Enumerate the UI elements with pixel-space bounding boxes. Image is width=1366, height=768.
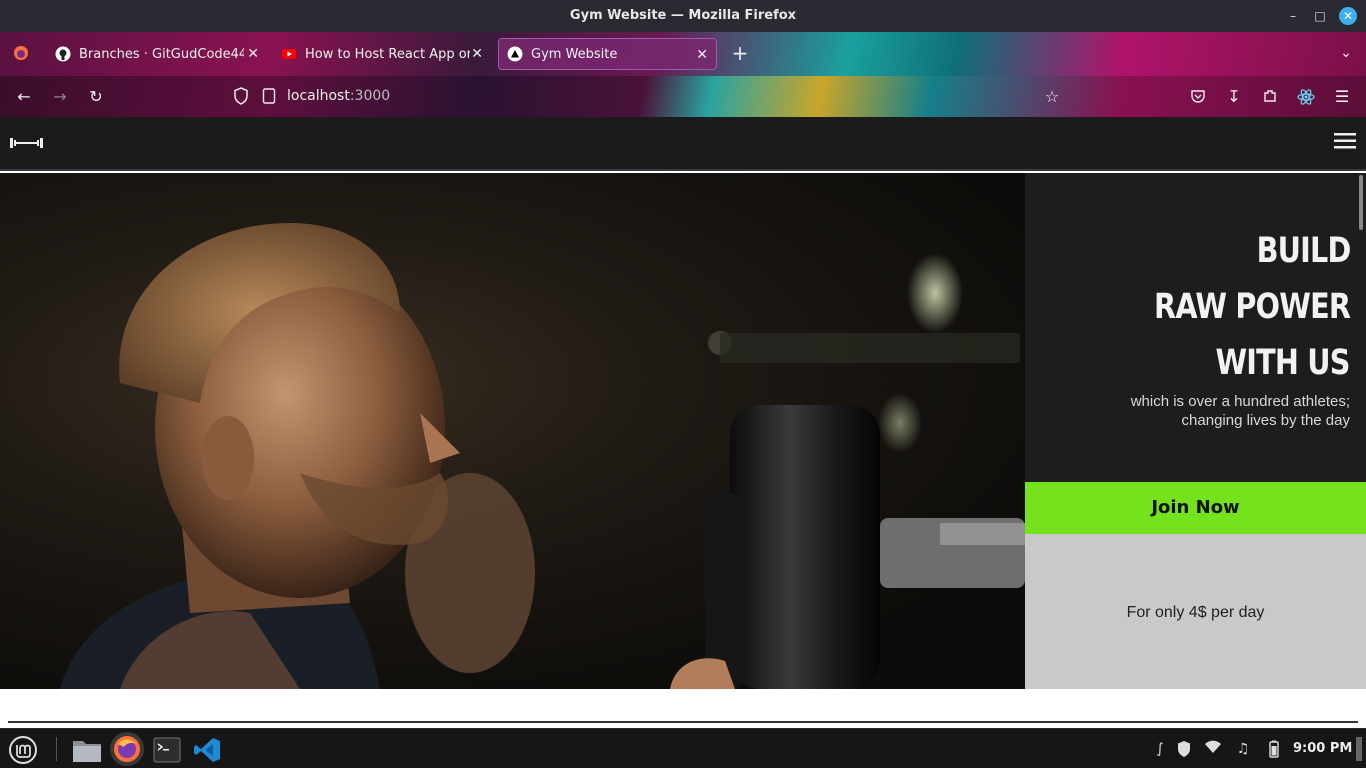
bookmark-star-icon[interactable]: ☆ [1043,88,1061,106]
close-window-button[interactable]: ✕ [1339,7,1357,25]
tab-label: How to Host React App on G [305,46,470,62]
pocket-icon[interactable] [1189,88,1207,106]
page-viewport: BUILD RAW POWER WITH US which is over a … [0,117,1366,728]
site-header [0,117,1366,171]
taskbar: ∫ ♫ 9:00 PM [0,728,1366,768]
page-info-icon[interactable] [262,88,276,108]
address-bar[interactable]: localhost:3000 [228,84,648,110]
mint-menu-icon[interactable] [8,735,38,765]
firefox-taskbar-icon[interactable] [110,732,144,766]
file-manager-icon[interactable] [72,735,102,765]
close-tab-icon[interactable]: ✕ [696,47,708,63]
close-tab-icon[interactable]: ✕ [247,46,259,62]
sound-icon[interactable]: ♫ [1234,740,1252,758]
tab-label: Gym Website [531,46,618,62]
back-icon[interactable]: ← [15,88,33,106]
tab-label: Branches · GitGudCode440/ [79,46,244,62]
wifi-icon[interactable] [1204,740,1222,758]
price-panel: For only 4$ per day [1025,534,1366,689]
tab-gym-website[interactable]: Gym Website ✕ [498,38,717,70]
taskbar-separator [56,737,57,761]
firefox-view-icon[interactable] [12,44,30,62]
react-devtools-icon[interactable] [1297,88,1315,106]
page-scrollbar[interactable] [1359,175,1363,230]
headline-line-1: BUILD [1256,231,1351,271]
hero-text-panel: BUILD RAW POWER WITH US which is over a … [1025,173,1366,482]
window-title: Gym Website — Mozilla Firefox [569,8,797,23]
subtitle-line-2: changing lives by the day [1181,412,1350,429]
close-tab-icon[interactable]: ✕ [471,46,483,62]
list-all-tabs-icon[interactable]: ⌄ [1337,44,1355,62]
url-text: localhost:3000 [287,88,390,104]
github-icon [55,46,71,62]
tracking-protection-shield-icon[interactable] [233,87,249,109]
navigation-toolbar [0,76,1366,117]
join-now-button[interactable]: Join Now [1025,482,1366,534]
headline-line-2: RAW POWER [1153,287,1351,327]
headline-line-3: WITH US [1215,343,1351,383]
minimize-button[interactable]: – [1284,7,1302,25]
terminal-icon[interactable] [152,735,182,765]
shield-tray-icon[interactable] [1175,740,1193,758]
tab-youtube-react[interactable]: How to Host React App on G ✕ [273,38,491,70]
dumbbell-logo-icon[interactable] [10,135,43,154]
tab-github-branches[interactable]: Branches · GitGudCode440/ ✕ [47,38,267,70]
price-text: For only 4$ per day [1126,604,1265,621]
battery-icon[interactable] [1264,740,1282,758]
forward-icon[interactable]: → [51,88,69,106]
tab-strip: Branches · GitGudCode440/ ✕ How to Host … [0,32,1366,76]
window-titlebar: Gym Website — Mozilla Firefox – □ ✕ [0,0,1366,32]
taskbar-clock[interactable]: 9:00 PM [1293,741,1352,756]
app-menu-icon[interactable]: ☰ [1333,88,1351,106]
url-port: :3000 [349,88,391,104]
url-host: localhost [287,88,350,104]
maximize-button[interactable]: □ [1311,7,1329,25]
extensions-icon[interactable] [1261,88,1279,106]
vercel-icon [507,46,523,62]
reload-icon[interactable]: ↻ [87,88,105,106]
subtitle-line-1: which is over a hundred athletes; [1130,393,1350,410]
bluetooth-icon[interactable]: ∫ [1151,740,1169,758]
hero-athlete-photo [0,173,1025,689]
downloads-icon[interactable]: ↧ [1225,88,1243,106]
vscode-icon[interactable] [192,735,222,765]
section-divider [8,721,1358,723]
new-tab-icon[interactable]: + [731,43,749,63]
show-desktop-button[interactable] [1356,737,1362,761]
hamburger-menu-icon[interactable] [1334,132,1356,154]
youtube-icon [281,46,297,62]
